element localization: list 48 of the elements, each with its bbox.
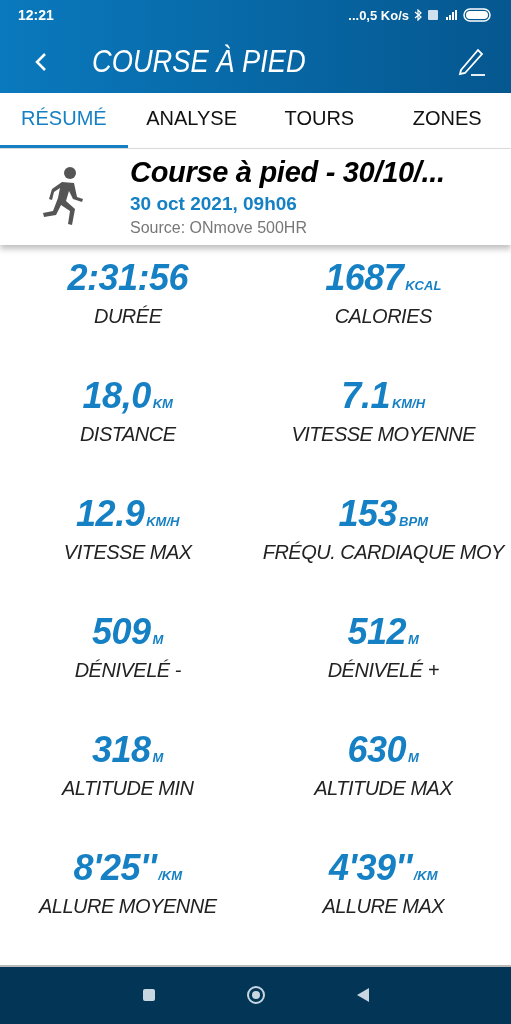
stat-unit: KCAL <box>405 277 442 293</box>
stat-unit: M <box>408 749 419 765</box>
stat-value: 7.1 <box>341 374 390 417</box>
back-icon[interactable] <box>355 987 370 1004</box>
stat-value: 509 <box>92 610 151 653</box>
stat-label: CALORIES <box>334 304 432 328</box>
stat-value: 8'25'' <box>73 846 157 889</box>
stat-value: 153 <box>338 492 398 535</box>
stat-unit: BPM <box>399 513 428 529</box>
stat-unit: M <box>152 749 164 765</box>
stat-label: DURÉE <box>94 304 162 328</box>
stat-label: DÉNIVELÉ - <box>74 658 181 682</box>
bluetooth-icon <box>414 9 422 21</box>
stat-label: VITESSE MOYENNE <box>291 422 476 446</box>
stat-label: VITESSE MAX <box>63 540 192 564</box>
stat-value: 2:31:56 <box>67 256 189 299</box>
stat-unit: KM/H <box>391 395 426 411</box>
clock: 12:21 <box>18 7 54 23</box>
stat-value: 512 <box>347 610 407 653</box>
stat-unit: /KM <box>413 867 438 883</box>
signal-icon <box>444 9 458 21</box>
stat-label: ALLURE MOYENNE <box>39 894 217 918</box>
stat-value: 18,0 <box>82 374 151 417</box>
stat-label: ALTITUDE MIN <box>62 776 194 800</box>
battery-icon <box>463 8 493 22</box>
stat-value: 4'39'' <box>328 846 412 889</box>
stat-value: 12.9 <box>76 492 145 535</box>
stat-unit: KM <box>152 395 173 411</box>
stat-value: 1687 <box>325 256 404 299</box>
activity-title: Course à pied - 30/10/... <box>130 156 445 190</box>
home-icon[interactable] <box>245 985 266 1006</box>
chevron-left-icon <box>34 50 48 73</box>
stat-unit: M <box>152 631 164 647</box>
stat-value: 318 <box>92 728 151 771</box>
screen-title: COURSE À PIED <box>92 43 307 80</box>
stat-value: 630 <box>347 728 407 771</box>
stat-unit: KM/H <box>146 513 180 529</box>
stat-unit: M <box>408 631 419 647</box>
stat-unit: /KM <box>158 867 183 883</box>
stat-label: ALTITUDE MAX <box>314 776 453 800</box>
activity-source: Source: ONmove 500HR <box>130 219 308 238</box>
network-speed: ...0,5 Ko/s <box>348 7 409 23</box>
stat-label: ALLURE MAX <box>322 894 445 918</box>
recent-apps-icon[interactable] <box>141 988 156 1003</box>
stat-label: DISTANCE <box>79 422 176 446</box>
stat-label: FRÉQU. CARDIAQUE MOY <box>262 540 504 564</box>
activity-date: 30 oct 2021, 09h06 <box>130 193 298 216</box>
stat-label: DÉNIVELÉ + <box>327 658 439 682</box>
